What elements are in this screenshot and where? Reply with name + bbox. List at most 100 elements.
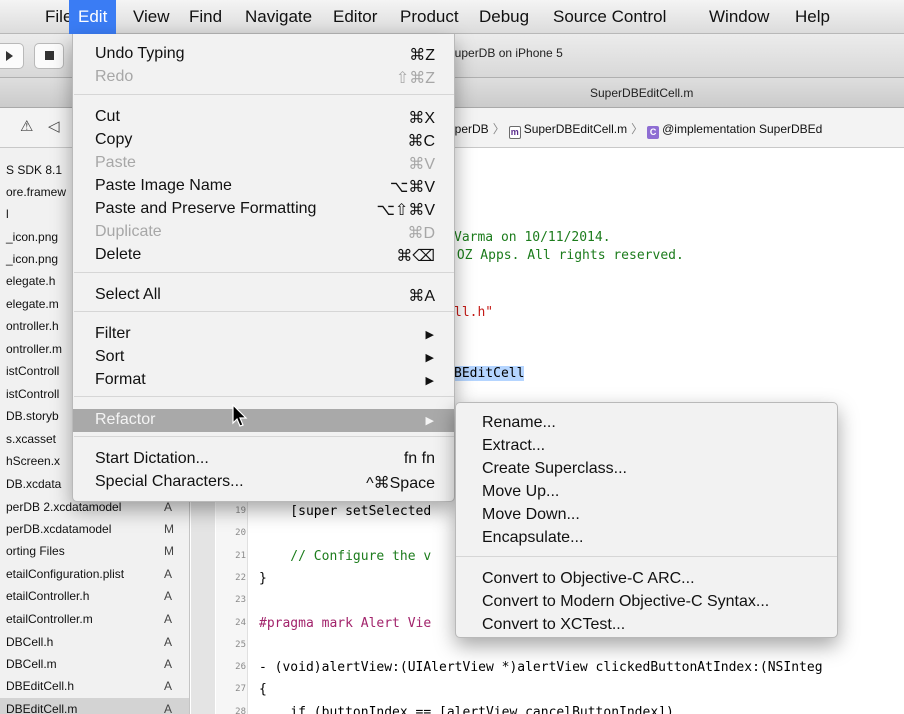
menu-item-label: Format xyxy=(95,371,146,388)
file-name: DBEditCell.m xyxy=(6,702,78,714)
run-button[interactable] xyxy=(0,43,24,69)
menu-item-shortcut: ⌘A xyxy=(408,288,435,305)
line-number: 19 xyxy=(235,506,246,516)
menu-item-shortcut: ⌘Z xyxy=(409,47,435,64)
menu-item-filter[interactable]: Filter ▶ xyxy=(73,323,454,346)
navigator-file-row[interactable]: perDB.xcdatamodel M xyxy=(0,518,189,540)
tab-superdbeditcell[interactable]: SuperDBEditCell.m xyxy=(590,86,693,100)
menu-item-label: Paste xyxy=(95,154,136,171)
menu-item-refactor[interactable]: Refactor ▶ xyxy=(73,409,454,432)
submenu-arrow-icon: ▶ xyxy=(425,352,434,364)
submenu-item-label: Encapsulate... xyxy=(482,529,584,546)
warning-icon[interactable]: ⚠ xyxy=(20,117,33,135)
menu-separator xyxy=(74,94,454,95)
menu-debug[interactable]: Debug xyxy=(470,0,538,34)
line-number: 26 xyxy=(235,662,246,673)
menu-item-cut[interactable]: Cut ⌘X xyxy=(73,106,454,129)
back-icon[interactable]: ◁ xyxy=(48,117,60,135)
file-status-badge: A xyxy=(164,635,173,649)
menu-item-label: Duplicate xyxy=(95,223,162,240)
menu-product[interactable]: Product xyxy=(391,0,468,34)
submenu-arrow-icon: ▶ xyxy=(425,329,434,341)
navigator-file-row[interactable]: DBEditCell.h A xyxy=(0,675,189,697)
submenu-item-rename[interactable]: Rename... xyxy=(456,412,837,435)
code-line: { xyxy=(259,682,267,698)
navigator-file-row[interactable]: DBEditCell.m A xyxy=(0,698,189,714)
menu-separator xyxy=(74,272,454,273)
menu-item-label: Special Characters... xyxy=(95,473,244,490)
submenu-item-encapsulate[interactable]: Encapsulate... xyxy=(456,527,837,550)
menu-item-label: Filter xyxy=(95,325,131,342)
line-number: 23 xyxy=(235,595,246,606)
file-name: DB.storyb xyxy=(6,409,59,423)
breadcrumb-symbol[interactable]: @implementation SuperDBEd xyxy=(662,122,822,136)
menu-item-select-all[interactable]: Select All ⌘A xyxy=(73,284,454,307)
menu-item-shortcut: ⌘X xyxy=(408,110,435,127)
menu-source-control[interactable]: Source Control xyxy=(544,0,675,34)
file-status-badge: A xyxy=(164,657,173,671)
menu-item-label: Cut xyxy=(95,108,120,125)
menu-item-special-characters[interactable]: Special Characters... ^⌘Space xyxy=(73,471,454,494)
menu-edit[interactable]: Edit xyxy=(69,0,117,34)
menu-item-label: Select All xyxy=(95,286,161,303)
submenu-item-move-down[interactable]: Move Down... xyxy=(456,504,837,527)
submenu-item-convert-to-objective-c-arc[interactable]: Convert to Objective-C ARC... xyxy=(456,568,837,591)
line-number: 24 xyxy=(235,617,246,628)
chevron-right-icon: 〉 xyxy=(631,122,644,136)
scheme-selector[interactable]: iuperDB on iPhone 5 xyxy=(452,46,563,60)
menu-item-shortcut: ⇧⌘Z xyxy=(395,70,435,87)
file-name: elegate.h xyxy=(6,274,56,288)
navigator-file-row[interactable]: DBCell.h A xyxy=(0,631,189,653)
menu-find[interactable]: Find xyxy=(180,0,231,34)
code-import-line: ll.h" xyxy=(454,305,494,320)
navigator-file-row[interactable]: DBCell.m A xyxy=(0,653,189,675)
menu-item-label: Paste and Preserve Formatting xyxy=(95,200,317,217)
submenu-arrow-icon: ▶ xyxy=(425,415,434,427)
submenu-item-label: Convert to Objective-C ARC... xyxy=(482,570,695,587)
menu-editor[interactable]: Editor xyxy=(324,0,386,34)
breadcrumb-project[interactable]: iperDB xyxy=(452,122,489,136)
menu-navigate[interactable]: Navigate xyxy=(236,0,321,34)
code-line: #pragma mark Alert Vie xyxy=(259,615,432,631)
submenu-item-convert-to-modern-objective-c-syntax[interactable]: Convert to Modern Objective-C Syntax... xyxy=(456,591,837,614)
breadcrumb-file[interactable]: SuperDBEditCell.m xyxy=(524,122,627,136)
menu-view[interactable]: View xyxy=(124,0,179,34)
menu-item-sort[interactable]: Sort ▶ xyxy=(73,346,454,369)
file-name: etailController.m xyxy=(6,612,93,626)
submenu-item-label: Create Superclass... xyxy=(482,460,627,477)
mouse-pointer-icon xyxy=(232,404,248,427)
submenu-item-label: Rename... xyxy=(482,414,556,431)
submenu-item-extract[interactable]: Extract... xyxy=(456,435,837,458)
menu-item-paste-image-name[interactable]: Paste Image Name ⌥⌘V xyxy=(73,175,454,198)
submenu-item-convert-to-xctest[interactable]: Convert to XCTest... xyxy=(456,614,837,637)
submenu-item-move-up[interactable]: Move Up... xyxy=(456,481,837,504)
file-name: istControll xyxy=(6,364,60,378)
menu-item-paste-and-preserve-formatting[interactable]: Paste and Preserve Formatting ⌥⇧⌘V xyxy=(73,198,454,221)
code-line: [super setSelected xyxy=(259,504,432,519)
code-line: - (void)alertView:(UIAlertView *)alertVi… xyxy=(259,660,823,676)
menu-separator xyxy=(456,556,837,557)
submenu-item-create-superclass[interactable]: Create Superclass... xyxy=(456,458,837,481)
menu-item-shortcut: ⌘C xyxy=(407,133,435,150)
navigator-file-row[interactable]: etailController.h A xyxy=(0,585,189,607)
class-icon: C xyxy=(647,126,660,139)
file-status-badge: A xyxy=(164,567,173,581)
menu-help[interactable]: Help xyxy=(786,0,839,34)
menu-item-copy[interactable]: Copy ⌘C xyxy=(73,129,454,152)
menu-item-paste: Paste ⌘V xyxy=(73,152,454,175)
navigator-file-row[interactable]: etailController.m A xyxy=(0,608,189,630)
submenu-item-label: Move Down... xyxy=(482,506,580,523)
menu-item-start-dictation[interactable]: Start Dictation... fn fn xyxy=(73,448,454,471)
menu-item-delete[interactable]: Delete ⌘⌫ xyxy=(73,244,454,267)
menu-window[interactable]: Window xyxy=(700,0,778,34)
edit-menu: Undo Typing ⌘Z Redo ⇧⌘Z Cut ⌘X Copy ⌘C Paste ⌘V Pa… xyxy=(72,34,455,502)
navigator-file-row[interactable]: etailConfiguration.plist A xyxy=(0,563,189,585)
line-number: 25 xyxy=(235,639,246,650)
menu-item-undo-typing[interactable]: Undo Typing ⌘Z xyxy=(73,43,454,66)
menu-item-format[interactable]: Format ▶ xyxy=(73,369,454,392)
file-name: hScreen.x xyxy=(6,454,61,468)
stop-button[interactable] xyxy=(34,43,64,69)
navigator-file-row[interactable]: orting Files M xyxy=(0,540,189,562)
code-comment-line: OZ Apps. All rights reserved. xyxy=(449,248,684,263)
menu-item-shortcut: ⌥⇧⌘V xyxy=(376,202,435,219)
